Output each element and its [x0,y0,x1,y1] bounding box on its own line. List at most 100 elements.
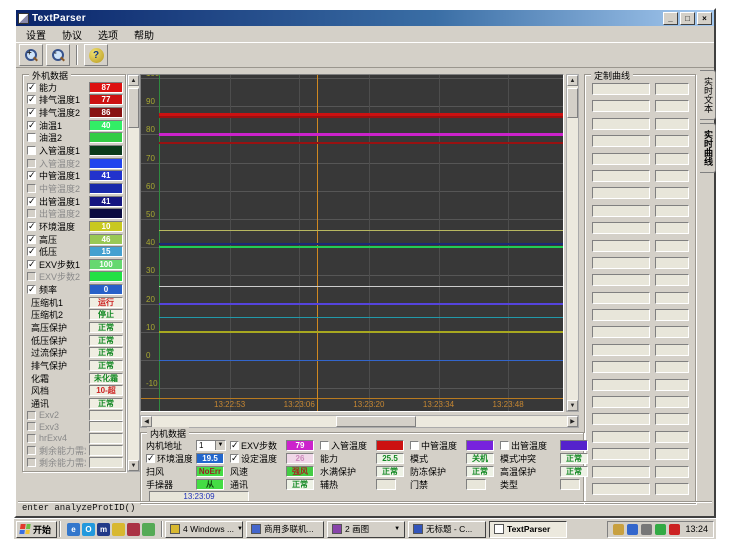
custom-curve-value-field[interactable] [655,153,689,165]
custom-curve-name-field[interactable] [592,83,650,95]
custom-curve-value-field[interactable] [655,205,689,217]
checkbox[interactable] [27,434,36,443]
input-method-icon[interactable] [669,524,680,535]
folder-icon[interactable] [112,523,125,536]
messenger-icon[interactable] [627,524,638,535]
custom-curve-value-field[interactable] [655,361,689,373]
checkbox[interactable] [27,272,36,281]
custom-curve-value-field[interactable] [655,240,689,252]
show-desktop-icon[interactable] [142,523,155,536]
custom-curve-value-field[interactable] [655,187,689,199]
custom-curve-value-field[interactable] [655,135,689,147]
checkbox[interactable] [27,121,36,130]
menu-item-3[interactable]: 帮助 [126,26,162,43]
taskbar-button[interactable]: 4 Windows ...▼ [165,521,243,538]
media-player-icon[interactable] [127,523,140,536]
scrollbar-thumb[interactable] [567,88,578,118]
msn-icon[interactable]: m [97,523,110,536]
checkbox[interactable] [27,446,36,455]
checkbox[interactable] [27,285,36,294]
checkbox[interactable] [27,422,36,431]
checkbox[interactable] [27,235,36,244]
custom-curve-name-field[interactable] [592,379,650,391]
help-button[interactable]: ? [84,44,108,66]
usb-icon[interactable] [641,524,652,535]
checkbox[interactable] [27,146,36,155]
chart-vertical-scrollbar[interactable]: ▲ ▼ [566,74,579,412]
custom-curve-name-field[interactable] [592,483,650,495]
custom-curve-name-field[interactable] [592,170,650,182]
checkbox[interactable] [27,133,36,142]
custom-curve-name-field[interactable] [592,222,650,234]
checkbox[interactable] [27,209,36,218]
menu-item-1[interactable]: 协议 [54,26,90,43]
custom-curve-name-field[interactable] [592,413,650,425]
tab-实时文本[interactable]: 实时文本 [700,70,716,120]
menu-item-0[interactable]: 设置 [18,26,54,43]
custom-curve-value-field[interactable] [655,309,689,321]
checkbox[interactable] [27,83,36,92]
checkbox[interactable] [230,441,239,450]
close-button[interactable]: × [697,12,712,25]
taskbar-button[interactable]: 2 画图▼ [327,521,405,538]
checkbox[interactable] [27,222,36,231]
custom-curve-name-field[interactable] [592,309,650,321]
custom-curve-name-field[interactable] [592,396,650,408]
custom-curve-value-field[interactable] [655,170,689,182]
custom-curve-value-field[interactable] [655,379,689,391]
custom-curve-name-field[interactable] [592,448,650,460]
tab-实时曲线[interactable]: 实时曲线 [700,123,716,173]
custom-curve-value-field[interactable] [655,396,689,408]
taskbar-button[interactable]: TextParser [489,521,567,538]
scrollbar-thumb[interactable] [128,88,139,128]
checkbox[interactable] [146,454,155,463]
scrollbar-thumb[interactable] [336,416,416,427]
custom-curve-name-field[interactable] [592,344,650,356]
custom-curve-value-field[interactable] [655,222,689,234]
indoor-address-dropdown[interactable]: 1 ▼ [196,440,226,451]
scroll-down-icon[interactable]: ▼ [567,400,578,411]
chevron-down-icon[interactable]: ▼ [215,441,225,450]
custom-curve-value-field[interactable] [655,344,689,356]
scroll-left-icon[interactable]: ◀ [141,416,152,427]
scroll-right-icon[interactable]: ▶ [567,416,578,427]
scroll-down-icon[interactable]: ▼ [128,460,139,471]
custom-curve-value-field[interactable] [655,100,689,112]
custom-curve-value-field[interactable] [655,326,689,338]
checkbox[interactable] [500,441,509,450]
scroll-up-icon[interactable]: ▲ [567,75,578,86]
checkbox[interactable] [27,108,36,117]
zoom-out-button[interactable]: - [46,44,70,66]
checkbox[interactable] [27,184,36,193]
custom-curve-name-field[interactable] [592,361,650,373]
custom-curve-value-field[interactable] [655,466,689,478]
checkbox[interactable] [27,260,36,269]
outlook-icon[interactable]: O [82,523,95,536]
chevron-down-icon[interactable]: ▼ [394,526,400,532]
custom-curve-name-field[interactable] [592,326,650,338]
checkbox[interactable] [27,159,36,168]
checkbox[interactable] [27,411,36,420]
start-button[interactable]: 开始 [16,521,57,538]
taskbar-button[interactable]: 商用多联机... [246,521,324,538]
custom-curve-name-field[interactable] [592,292,650,304]
checkbox[interactable] [27,247,36,256]
custom-curve-value-field[interactable] [655,118,689,130]
custom-curve-name-field[interactable] [592,274,650,286]
checkbox[interactable] [27,171,36,180]
checkbox[interactable] [27,458,36,467]
custom-curve-name-field[interactable] [592,466,650,478]
taskbar-button[interactable]: 无标题 - C... [408,521,486,538]
minimize-button[interactable]: _ [663,12,678,25]
maximize-button[interactable]: □ [680,12,695,25]
custom-curve-name-field[interactable] [592,431,650,443]
custom-curve-value-field[interactable] [655,83,689,95]
checkbox[interactable] [320,441,329,450]
title-bar[interactable]: TextParser _ □ × [16,10,714,26]
custom-curve-name-field[interactable] [592,257,650,269]
scroll-up-icon[interactable]: ▲ [128,75,139,86]
chevron-down-icon[interactable]: ▼ [237,526,243,532]
custom-curve-name-field[interactable] [592,187,650,199]
custom-curve-value-field[interactable] [655,292,689,304]
custom-curve-name-field[interactable] [592,240,650,252]
